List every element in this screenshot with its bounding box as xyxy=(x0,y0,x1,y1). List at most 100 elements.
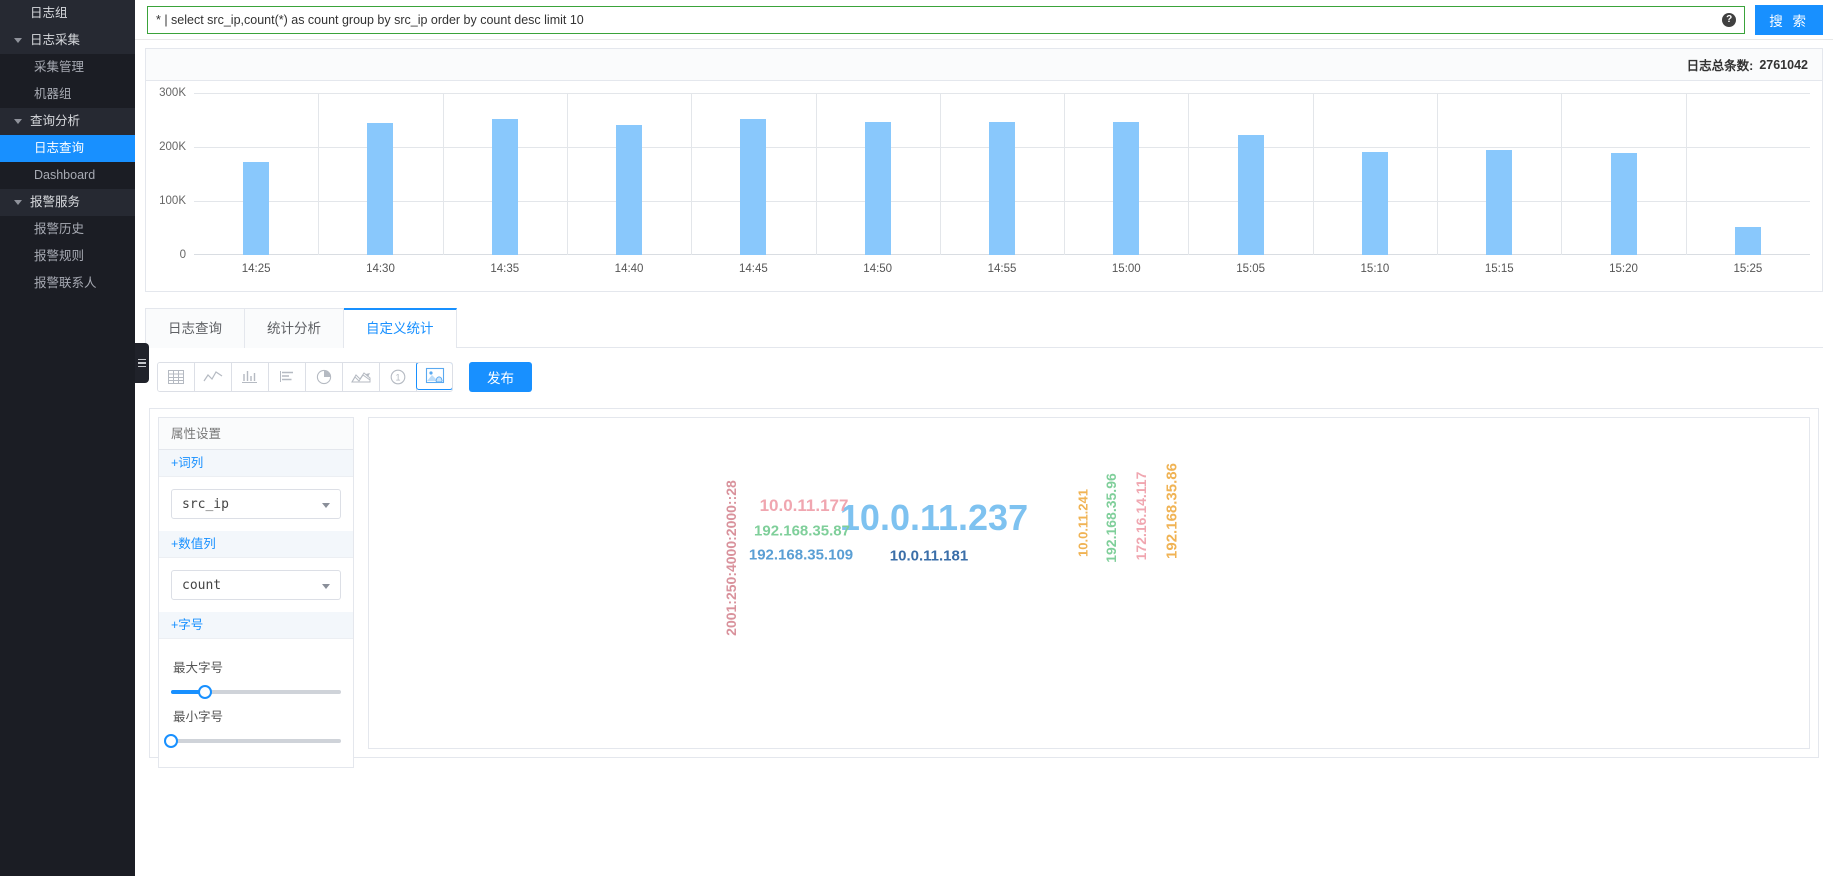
value-column-select[interactable]: count xyxy=(171,570,341,600)
word-cloud-chart[interactable]: 10.0.11.237 10.0.11.177 192.168.35.87 192.1… xyxy=(368,417,1810,749)
section-value-column[interactable]: +数值列 xyxy=(159,531,353,558)
word-cloud-item[interactable]: 10.0.11.241 xyxy=(1076,489,1091,557)
word-column-value: src_ip xyxy=(182,496,229,512)
grid-line xyxy=(194,93,1810,94)
histogram-bar[interactable] xyxy=(1361,152,1388,255)
bar-chart-icon[interactable] xyxy=(269,363,306,391)
word-cloud-item[interactable]: 10.0.11.181 xyxy=(890,548,968,565)
grid-line-vertical xyxy=(1437,93,1439,255)
chevron-down-icon xyxy=(322,584,330,589)
sidebar-item-label: 查询分析 xyxy=(30,114,81,128)
min-font-slider[interactable] xyxy=(164,733,341,749)
word-cloud-item[interactable]: 2001:250:4000:2000::28 xyxy=(723,480,739,636)
sidebar-item-1[interactable]: 日志采集 xyxy=(0,27,135,54)
histogram-chart: 0 100K 200K 300K 14:25 14:30 14:35 14:40 14:45 14… xyxy=(146,81,1822,291)
caret-down-icon xyxy=(14,119,22,124)
main-content: * | select src_ip,count(*) as count grou… xyxy=(135,0,1833,876)
word-cloud-item[interactable]: 10.0.11.237 xyxy=(840,497,1028,539)
section-font-size[interactable]: +字号 xyxy=(159,612,353,639)
grid-line-vertical xyxy=(1188,93,1190,255)
x-axis-tick-label: 14:45 xyxy=(738,263,768,275)
chart-type-icon-group: 1 xyxy=(157,362,453,392)
histogram-bar[interactable] xyxy=(1610,153,1637,255)
word-cloud-item[interactable]: 172.16.14.117 xyxy=(1133,472,1149,561)
section-word-column[interactable]: +词列 xyxy=(159,450,353,477)
x-axis-tick-label: 15:10 xyxy=(1360,263,1390,275)
x-axis-tick-label: 14:50 xyxy=(863,263,893,275)
tab-0[interactable]: 日志查询 xyxy=(145,308,245,348)
tab-label: 自定义统计 xyxy=(366,321,434,336)
sidebar-item-6[interactable]: Dashboard xyxy=(0,162,135,189)
histogram-bar[interactable] xyxy=(740,118,767,255)
sidebar-item-5[interactable]: 日志查询 xyxy=(0,135,135,162)
log-total-label: 日志总条数: xyxy=(1686,59,1754,73)
slider-knob[interactable] xyxy=(164,734,178,748)
histogram-bar[interactable] xyxy=(864,122,891,255)
tab-2[interactable]: 自定义统计 xyxy=(344,308,457,348)
visualization-card: 属性设置 +词列 src_ip +数值列 count +字号 最大字号 最小字号… xyxy=(149,408,1819,768)
word-cloud-item[interactable]: 192.168.35.86 xyxy=(1164,463,1181,559)
grid-line-vertical xyxy=(566,93,568,255)
histogram-bar[interactable] xyxy=(367,122,394,255)
sidebar-item-label: 报警规则 xyxy=(34,249,85,263)
sidebar-item-3[interactable]: 机器组 xyxy=(0,81,135,108)
sidebar-item-label: 采集管理 xyxy=(34,60,85,74)
word-cloud-item[interactable]: 192.168.35.109 xyxy=(749,547,853,564)
histogram-bar[interactable] xyxy=(1113,121,1140,255)
histogram-bar[interactable] xyxy=(1237,135,1264,255)
word-column-select[interactable]: src_ip xyxy=(171,489,341,519)
x-axis-tick-label: 15:00 xyxy=(1111,263,1141,275)
single-value-icon[interactable]: 1 xyxy=(380,363,417,391)
sidebar-item-label: Dashboard xyxy=(34,168,96,182)
sidebar-item-8[interactable]: 报警历史 xyxy=(0,216,135,243)
word-cloud-item[interactable]: 192.168.35.96 xyxy=(1103,473,1119,563)
grid-line-vertical xyxy=(442,93,444,255)
chevron-down-icon xyxy=(322,503,330,508)
word-cloud-item[interactable]: 10.0.11.177 xyxy=(760,496,849,516)
sidebar-item-10[interactable]: 报警联系人 xyxy=(0,270,135,297)
sidebar-item-7[interactable]: 报警服务 xyxy=(0,189,135,216)
grid-line-vertical xyxy=(691,93,693,255)
line-chart-icon[interactable] xyxy=(195,363,232,391)
search-button[interactable]: 搜 索 xyxy=(1755,4,1823,35)
word-cloud-item[interactable]: 192.168.35.87 xyxy=(754,523,850,540)
publish-button[interactable]: 发布 xyxy=(469,362,532,392)
area-chart-icon[interactable] xyxy=(343,363,380,391)
sidebar-item-2[interactable]: 采集管理 xyxy=(0,54,135,81)
x-axis-tick-label: 15:20 xyxy=(1609,263,1638,275)
histogram-bar[interactable] xyxy=(243,161,270,255)
tab-label: 统计分析 xyxy=(267,321,321,336)
sidebar: 日志组日志采集采集管理机器组查询分析日志查询 Dashboard 报警服务报警历史报… xyxy=(0,0,135,876)
histogram-card: 日志总条数: 2761042 0 100K 200K 300K 14:25 14:30 14… xyxy=(145,48,1823,292)
sidebar-collapse-handle[interactable] xyxy=(135,343,149,383)
histogram-bar[interactable] xyxy=(616,125,643,255)
grid-line-vertical xyxy=(318,93,320,255)
slider-track xyxy=(171,739,341,743)
histogram-bar[interactable] xyxy=(1486,150,1513,255)
tab-1[interactable]: 统计分析 xyxy=(245,308,344,348)
word-cloud-icon[interactable] xyxy=(416,363,452,390)
sidebar-item-label: 报警服务 xyxy=(30,195,81,209)
histogram-plot-area[interactable]: 0 100K 200K 300K 14:25 14:30 14:35 14:40 14:45 14… xyxy=(159,87,1810,275)
x-axis-tick-label: 15:05 xyxy=(1236,263,1265,275)
grid-line-vertical xyxy=(1064,93,1066,255)
y-axis-tick-label: 200K xyxy=(159,141,186,153)
x-axis-tick-label: 14:40 xyxy=(614,263,644,275)
sidebar-item-label: 日志组 xyxy=(30,6,68,20)
slider-knob[interactable] xyxy=(198,685,212,699)
sidebar-item-4[interactable]: 查询分析 xyxy=(0,108,135,135)
table-icon[interactable] xyxy=(158,363,195,391)
sidebar-item-label: 报警历史 xyxy=(34,222,85,236)
pie-chart-icon[interactable] xyxy=(306,363,343,391)
search-input[interactable]: * | select src_ip,count(*) as count grou… xyxy=(147,5,1746,34)
max-font-slider[interactable] xyxy=(171,684,341,700)
sidebar-item-9[interactable]: 报警规则 xyxy=(0,243,135,270)
question-mark-icon[interactable]: ? xyxy=(1722,12,1737,27)
word-column-body: src_ip xyxy=(159,477,353,531)
histogram-bar[interactable] xyxy=(1734,226,1761,255)
column-chart-icon[interactable] xyxy=(232,363,269,391)
sidebar-item-0[interactable]: 日志组 xyxy=(0,0,135,27)
x-axis-tick-label: 14:30 xyxy=(366,263,395,275)
histogram-bar[interactable] xyxy=(491,119,518,255)
histogram-bar[interactable] xyxy=(989,121,1015,255)
